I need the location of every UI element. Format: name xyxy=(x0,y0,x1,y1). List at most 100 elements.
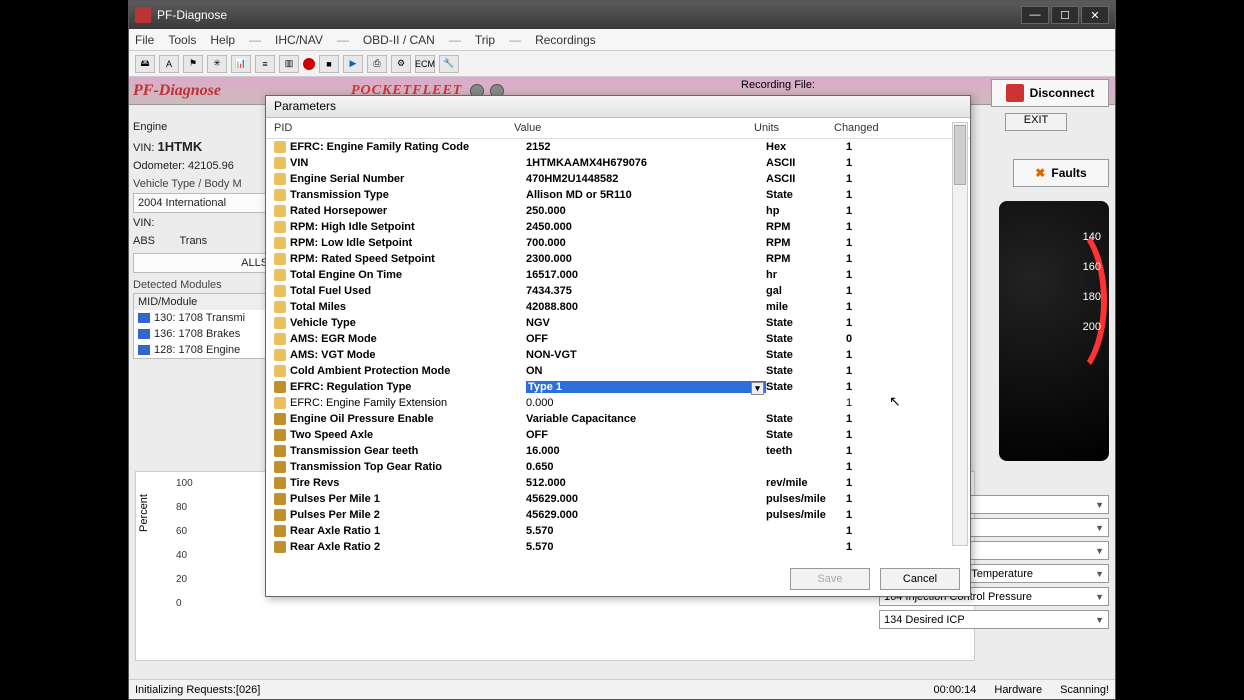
table-row[interactable]: Two Speed AxleOFFState1 xyxy=(266,427,970,443)
tool-icon[interactable]: 📊 xyxy=(231,55,251,73)
scrollbar-thumb[interactable] xyxy=(954,125,966,185)
lock-icon xyxy=(274,429,286,441)
menu-tools[interactable]: Tools xyxy=(168,33,196,47)
cell-value: 45629.000 xyxy=(526,509,766,521)
module-icon xyxy=(138,345,150,355)
cell-changed: 1 xyxy=(846,413,926,425)
tool-icon[interactable]: ECM xyxy=(415,55,435,73)
cell-pid: Rated Horsepower xyxy=(290,205,526,217)
lock-icon xyxy=(274,365,286,377)
tool-icon[interactable]: ≡ xyxy=(255,55,275,73)
menu-help[interactable]: Help xyxy=(210,33,235,47)
parameters-dialog: Parameters PID Value Units Changed EFRC:… xyxy=(265,95,971,597)
disconnect-button[interactable]: Disconnect xyxy=(991,79,1109,107)
table-row[interactable]: Engine Oil Pressure EnableVariable Capac… xyxy=(266,411,970,427)
table-row[interactable]: Rated Horsepower250.000hp1 xyxy=(266,203,970,219)
table-row[interactable]: EFRC: Engine Family Rating Code2152Hex1 xyxy=(266,139,970,155)
table-row[interactable]: Rear Axle Ratio 15.5701 xyxy=(266,523,970,539)
menu-trip[interactable]: Trip xyxy=(475,33,495,47)
cell-units: State xyxy=(766,333,846,345)
table-row[interactable]: Transmission Top Gear Ratio0.6501 xyxy=(266,459,970,475)
chevron-down-icon: ▼ xyxy=(1095,592,1104,602)
table-row[interactable]: Vehicle TypeNGVState1 xyxy=(266,315,970,331)
table-row[interactable]: Tire Revs512.000rev/mile1 xyxy=(266,475,970,491)
lock-icon xyxy=(274,301,286,313)
tool-icon[interactable]: ⎙ xyxy=(367,55,387,73)
col-units[interactable]: Units xyxy=(754,122,834,134)
menu-ihcnav[interactable]: IHC/NAV xyxy=(275,33,323,47)
tool-icon[interactable]: ⚙ xyxy=(391,55,411,73)
module-item[interactable]: 128: 1708 Engine xyxy=(134,342,280,358)
pid-select[interactable]: 134 Desired ICP▼ xyxy=(879,610,1109,629)
cell-pid: Pulses Per Mile 1 xyxy=(290,493,526,505)
table-row[interactable]: Cold Ambient Protection ModeONState1 xyxy=(266,363,970,379)
cell-changed: 1 xyxy=(846,253,926,265)
maximize-button[interactable]: ☐ xyxy=(1051,6,1079,24)
table-row[interactable]: EFRC: Engine Family Extension0.0001 xyxy=(266,395,970,411)
chevron-down-icon[interactable]: ▾ xyxy=(751,382,764,395)
table-row[interactable]: EFRC: Regulation TypeType 1▾State1 xyxy=(266,379,970,395)
module-header: MID/Module xyxy=(134,294,280,310)
menu-obd[interactable]: OBD-II / CAN xyxy=(363,33,435,47)
table-row[interactable]: AMS: EGR ModeOFFState0 xyxy=(266,331,970,347)
cell-value[interactable]: Type 1▾ xyxy=(526,381,766,393)
table-row[interactable]: Pulses Per Mile 145629.000pulses/mile1 xyxy=(266,491,970,507)
trans-label: Trans xyxy=(179,235,207,247)
table-row[interactable]: RPM: High Idle Setpoint2450.000RPM1 xyxy=(266,219,970,235)
col-value[interactable]: Value xyxy=(514,122,754,134)
table-row[interactable]: Rear Axle Ratio 25.5701 xyxy=(266,539,970,555)
lock-icon xyxy=(274,157,286,169)
table-row[interactable]: Total Fuel Used7434.375gal1 xyxy=(266,283,970,299)
table-row[interactable]: VIN1HTMKAAMX4H679076ASCII1 xyxy=(266,155,970,171)
cell-changed: 1 xyxy=(846,541,926,553)
col-pid[interactable]: PID xyxy=(274,122,514,134)
table-row[interactable]: Transmission TypeAllison MD or 5R110Stat… xyxy=(266,187,970,203)
cell-changed: 1 xyxy=(846,141,926,153)
lock-icon xyxy=(274,541,286,553)
faults-button[interactable]: ✖ Faults xyxy=(1013,159,1109,187)
module-item[interactable]: 130: 1708 Transmi xyxy=(134,310,280,326)
tool-icon[interactable]: ▥ xyxy=(279,55,299,73)
lock-icon xyxy=(274,525,286,537)
tool-icon[interactable]: 🔧 xyxy=(439,55,459,73)
stop-icon[interactable]: ■ xyxy=(319,55,339,73)
cell-value: 2450.000 xyxy=(526,221,766,233)
tool-icon[interactable]: 🖴 xyxy=(135,55,155,73)
tool-icon[interactable]: ✳ xyxy=(207,55,227,73)
col-changed[interactable]: Changed xyxy=(834,122,914,134)
cell-changed: 1 xyxy=(846,477,926,489)
cell-changed: 1 xyxy=(846,189,926,201)
chevron-down-icon: ▼ xyxy=(1095,569,1104,579)
close-button[interactable]: ✕ xyxy=(1081,6,1109,24)
app-icon xyxy=(135,7,151,23)
menu-recordings[interactable]: Recordings xyxy=(535,33,596,47)
menu-file[interactable]: File xyxy=(135,33,154,47)
cell-pid: Engine Oil Pressure Enable xyxy=(290,413,526,425)
table-row[interactable]: Total Engine On Time16517.000hr1 xyxy=(266,267,970,283)
table-row[interactable]: Transmission Gear teeth16.000teeth1 xyxy=(266,443,970,459)
cell-pid: Engine Serial Number xyxy=(290,173,526,185)
table-row[interactable]: AMS: VGT ModeNON-VGTState1 xyxy=(266,347,970,363)
lock-icon xyxy=(274,493,286,505)
save-button[interactable]: Save xyxy=(790,568,870,590)
play-icon[interactable]: ▶ xyxy=(343,55,363,73)
lock-icon xyxy=(274,445,286,457)
tool-icon[interactable]: ⚑ xyxy=(183,55,203,73)
cell-pid: Two Speed Axle xyxy=(290,429,526,441)
chevron-down-icon: ▼ xyxy=(1095,546,1104,556)
table-row[interactable]: RPM: Low Idle Setpoint700.000RPM1 xyxy=(266,235,970,251)
table-row[interactable]: Engine Serial Number470HM2U1448582ASCII1 xyxy=(266,171,970,187)
module-item[interactable]: 136: 1708 Brakes xyxy=(134,326,280,342)
chevron-down-icon: ▼ xyxy=(1095,615,1104,625)
record-icon[interactable] xyxy=(303,58,315,70)
tool-icon[interactable]: A xyxy=(159,55,179,73)
table-row[interactable]: RPM: Rated Speed Setpoint2300.000RPM1 xyxy=(266,251,970,267)
scrollbar[interactable] xyxy=(952,122,968,546)
table-row[interactable]: Total Miles42088.800mile1 xyxy=(266,299,970,315)
exit-button[interactable]: EXIT xyxy=(1005,113,1067,131)
table-row[interactable]: Pulses Per Mile 245629.000pulses/mile1 xyxy=(266,507,970,523)
cell-units: State xyxy=(766,349,846,361)
minimize-button[interactable]: ― xyxy=(1021,6,1049,24)
cancel-button[interactable]: Cancel xyxy=(880,568,960,590)
cell-changed: 1 xyxy=(846,285,926,297)
